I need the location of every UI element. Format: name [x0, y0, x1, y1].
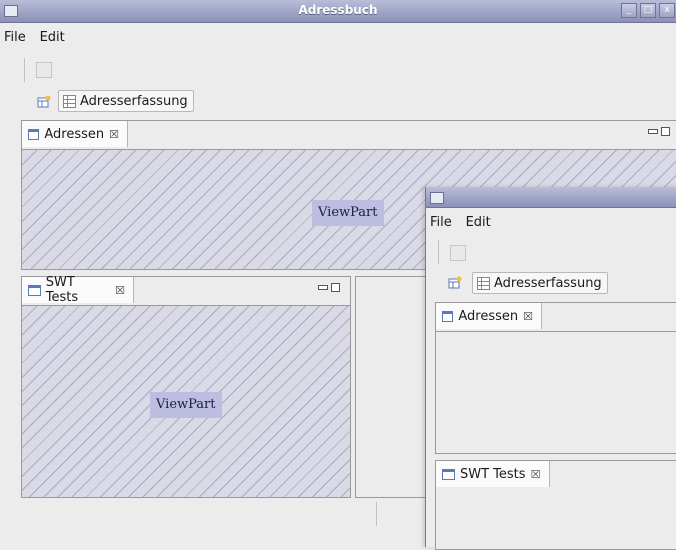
- viewpart-label: ViewPart: [150, 392, 222, 418]
- view-icon: [28, 128, 40, 140]
- perspective-adresserfassung-button[interactable]: Adresserfassung: [472, 272, 608, 294]
- save-icon[interactable]: [450, 245, 466, 261]
- status-bar-separator: [376, 502, 377, 526]
- view-minmax: [648, 127, 670, 136]
- menu-file[interactable]: File: [430, 215, 458, 230]
- maximize-button[interactable]: □: [640, 3, 656, 18]
- toolbar-separator: [438, 240, 439, 264]
- close-tab-icon[interactable]: ☒: [523, 310, 533, 323]
- view-icon: [28, 284, 41, 296]
- minimize-view-icon[interactable]: [318, 285, 328, 290]
- perspective-label: Adresserfassung: [494, 275, 602, 291]
- menu-edit[interactable]: Edit: [40, 30, 71, 45]
- tab-label: SWT Tests: [460, 466, 526, 482]
- toolbar-separator: [24, 58, 25, 82]
- tab-adressen[interactable]: Adressen ☒: [436, 303, 542, 329]
- tab-label: Adressen: [458, 308, 519, 324]
- minimize-button[interactable]: _: [621, 3, 637, 18]
- open-perspective-icon[interactable]: [448, 276, 462, 290]
- swt-tests-view: SWT Tests ☒ ViewPart: [21, 275, 351, 498]
- swt-tests-view: SWT Tests ☒: [435, 460, 676, 550]
- close-tab-icon[interactable]: ☒: [531, 468, 541, 481]
- open-perspective-icon[interactable]: [37, 95, 51, 109]
- view-icon: [442, 468, 455, 480]
- view-minmax: [318, 283, 340, 292]
- viewpart-label: ViewPart: [312, 200, 384, 226]
- view-content: [436, 331, 676, 453]
- menu-edit[interactable]: Edit: [466, 215, 491, 230]
- second-window-title-bar[interactable]: [426, 187, 676, 208]
- adressen-view: Adressen ☒: [435, 302, 676, 454]
- tab-swt-tests[interactable]: SWT Tests ☒: [22, 275, 134, 305]
- menu-bar: File Edit: [0, 30, 71, 52]
- window-title: Adressbuch: [298, 3, 378, 17]
- second-menu-bar: File Edit: [426, 215, 491, 230]
- close-button[interactable]: x: [659, 3, 675, 18]
- viewpart-area: ViewPart: [22, 305, 350, 497]
- close-tab-icon[interactable]: ☒: [115, 284, 125, 297]
- second-window: File Edit Adresserfassung Adressen ☒ SWT…: [425, 187, 676, 550]
- maximize-view-icon[interactable]: [331, 283, 340, 292]
- tab-label: Adressen: [44, 126, 105, 142]
- tab-swt-tests[interactable]: SWT Tests ☒: [436, 461, 550, 487]
- perspective-label: Adresserfassung: [80, 93, 188, 109]
- save-icon[interactable]: [36, 62, 52, 78]
- view-icon: [442, 310, 454, 322]
- tab-label: SWT Tests: [45, 275, 79, 305]
- window-menu-icon[interactable]: [430, 192, 444, 204]
- minimize-view-icon[interactable]: [648, 129, 658, 134]
- close-tab-icon[interactable]: ☒: [109, 128, 119, 141]
- title-bar[interactable]: Adressbuch _ □ x: [0, 0, 676, 23]
- perspective-icon: [477, 276, 490, 290]
- tab-adressen[interactable]: Adressen ☒: [22, 121, 128, 147]
- menu-file[interactable]: File: [4, 30, 32, 45]
- maximize-view-icon[interactable]: [661, 127, 670, 136]
- perspective-adresserfassung-button[interactable]: Adresserfassung: [58, 90, 194, 112]
- perspective-icon: [63, 94, 76, 108]
